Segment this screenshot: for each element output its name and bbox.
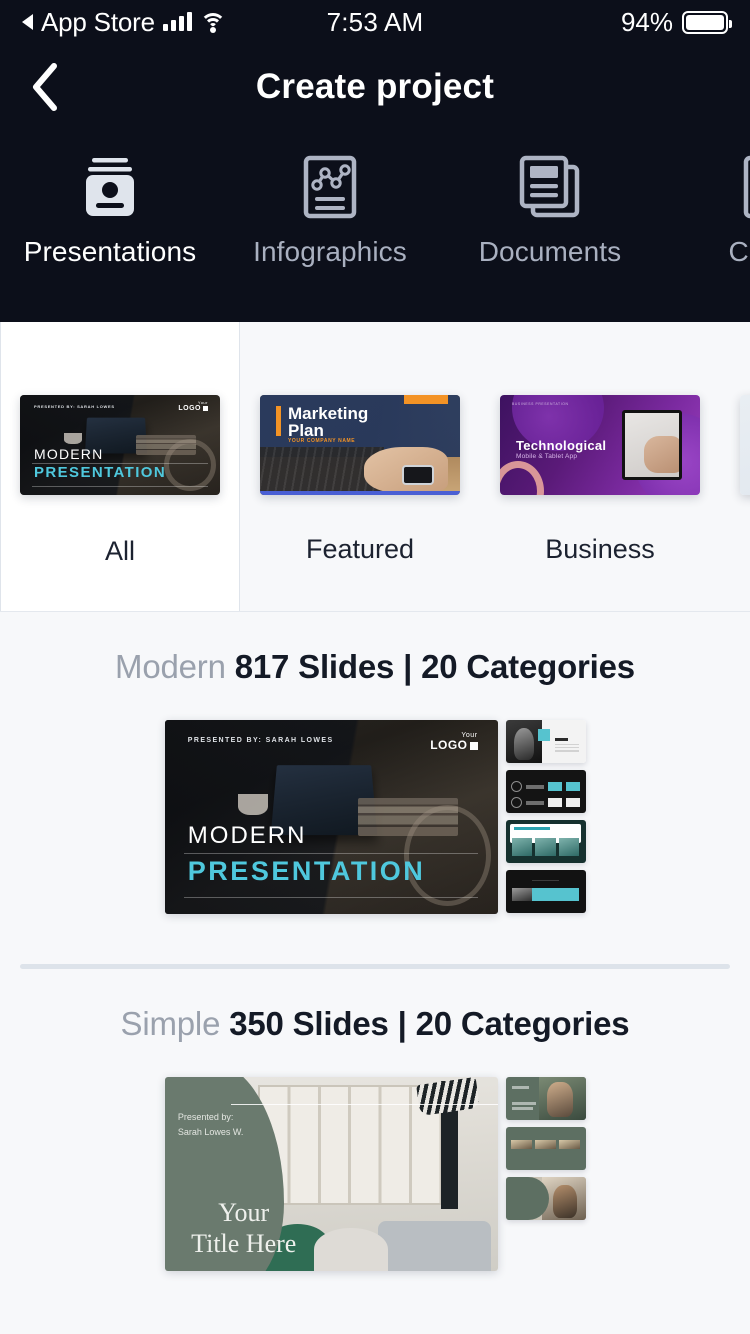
preview-presented-by: PRESENTED BY: SARAH LOWES bbox=[187, 737, 334, 745]
preview-mini-column-simple bbox=[505, 1077, 586, 1271]
filter-card-business[interactable]: BUSINESS PRESENTATION Technological Mobi… bbox=[480, 322, 720, 611]
section-modern: Modern 817 Slides | 20 Categories PRESEN… bbox=[0, 612, 750, 914]
tab-presentations[interactable]: Presentations bbox=[0, 152, 220, 268]
preview-logo-line2: LOGO bbox=[430, 737, 468, 752]
preview-modern[interactable]: PRESENTED BY: SARAH LOWES Your LOGO MODE… bbox=[0, 720, 750, 914]
thumb-title-line1: Marketing bbox=[288, 403, 369, 423]
back-button[interactable] bbox=[0, 44, 90, 130]
section-name-simple: Simple bbox=[120, 1005, 221, 1042]
preview-title: MODERN bbox=[187, 821, 307, 849]
preview-simple[interactable]: Presented by: Sarah Lowes W. Your Title … bbox=[0, 1077, 750, 1271]
logo-square-icon bbox=[203, 405, 208, 411]
filter-label-business: Business bbox=[545, 534, 655, 564]
filter-label-all: All bbox=[104, 536, 135, 566]
mini-slide-meet-the-team[interactable] bbox=[505, 820, 586, 863]
carrier-back-label: App Store bbox=[41, 6, 155, 37]
preview-subtitle: PRESENTATION bbox=[187, 855, 426, 886]
app-screen: App Store 7:53 AM 94% Create project Pre… bbox=[0, 0, 750, 1334]
thumb-title: Technological bbox=[516, 437, 607, 453]
battery-icon bbox=[682, 10, 732, 34]
tab-documents[interactable]: Documents bbox=[440, 152, 660, 268]
tab-label-documents: Documents bbox=[478, 236, 622, 267]
preview-presented-by-line1: Presented by: bbox=[177, 1111, 234, 1122]
preview-presented-by-line2: Sarah Lowes W. bbox=[177, 1127, 244, 1138]
section-name-modern: Modern bbox=[115, 648, 226, 685]
battery-percent-label: 94% bbox=[620, 6, 673, 37]
infographic-chart-icon bbox=[303, 152, 357, 222]
thumb-title: MODERN bbox=[34, 445, 104, 462]
mini-slide-welcome[interactable] bbox=[505, 720, 586, 763]
tab-infographics[interactable]: Infographics bbox=[220, 152, 440, 268]
section-stats-modern: 817 Slides | 20 Categories bbox=[234, 648, 635, 685]
filter-thumbnail-featured: Marketing Plan YOUR COMPANY NAME bbox=[260, 394, 460, 495]
stacked-documents-icon bbox=[519, 152, 581, 222]
tab-charts[interactable]: Charts bbox=[660, 152, 750, 268]
filter-label-featured: Featured bbox=[305, 534, 415, 564]
page-title: Create project bbox=[255, 67, 495, 106]
filter-thumbnail-partial bbox=[740, 394, 750, 495]
filter-carousel[interactable]: PRESENTED BY: SARAH LOWES Your LOGO MODE… bbox=[0, 322, 750, 612]
chevron-left-icon bbox=[33, 63, 57, 111]
filter-card-next-partial[interactable] bbox=[720, 322, 750, 611]
thumb-eyebrow: BUSINESS PRESENTATION bbox=[512, 401, 569, 406]
preview-main-slide-simple[interactable]: Presented by: Sarah Lowes W. Your Title … bbox=[164, 1077, 498, 1271]
preview-main-slide-modern[interactable]: PRESENTED BY: SARAH LOWES Your LOGO MODE… bbox=[164, 720, 498, 914]
section-heading-modern: Modern 817 Slides | 20 Categories bbox=[0, 648, 750, 686]
navigation-bar: Create project bbox=[0, 44, 750, 130]
thumb-subtitle: YOUR COMPANY NAME bbox=[288, 437, 356, 444]
filter-thumbnail-all: PRESENTED BY: SARAH LOWES Your LOGO MODE… bbox=[20, 394, 220, 495]
filter-thumbnail-business: BUSINESS PRESENTATION Technological Mobi… bbox=[500, 394, 700, 495]
preview-title-line2: Title Here bbox=[191, 1228, 297, 1258]
status-bar-back-to-app[interactable]: App Store bbox=[22, 7, 226, 38]
section-simple: Simple 350 Slides | 20 Categories Presen… bbox=[0, 969, 750, 1271]
section-heading-simple: Simple 350 Slides | 20 Categories bbox=[0, 1005, 750, 1043]
tab-label-charts: Charts bbox=[728, 236, 750, 267]
charts-icon bbox=[743, 152, 750, 222]
mini-slide-sage-portrait[interactable] bbox=[505, 1077, 586, 1120]
preview-title-line1: Your bbox=[218, 1198, 270, 1228]
cellular-signal-icon bbox=[162, 12, 192, 31]
back-triangle-icon bbox=[22, 14, 33, 30]
status-bar: App Store 7:53 AM 94% bbox=[0, 0, 750, 44]
thumb-logo-line2: LOGO bbox=[178, 404, 201, 412]
status-bar-right: 94% bbox=[620, 6, 732, 38]
mini-slide-dark-list[interactable] bbox=[505, 770, 586, 813]
preview-mini-column-modern bbox=[505, 720, 586, 914]
thumb-subtitle: Mobile & Tablet App bbox=[516, 452, 578, 460]
wifi-icon bbox=[199, 12, 226, 33]
filter-card-all[interactable]: PRESENTED BY: SARAH LOWES Your LOGO MODE… bbox=[0, 322, 240, 611]
thumb-subtitle: PRESENTATION bbox=[34, 463, 167, 481]
category-tab-bar[interactable]: Presentations Infographics Documents C bbox=[0, 130, 750, 322]
mini-slide-sage-split[interactable] bbox=[505, 1177, 586, 1220]
tab-label-presentations: Presentations bbox=[23, 236, 197, 267]
thumb-presented-by: PRESENTED BY: SARAH LOWES bbox=[34, 403, 115, 409]
tab-label-infographics: Infographics bbox=[253, 236, 407, 267]
mini-slide-quote[interactable] bbox=[505, 870, 586, 913]
presentation-board-icon bbox=[78, 152, 142, 222]
filter-card-featured[interactable]: Marketing Plan YOUR COMPANY NAME Feature… bbox=[240, 322, 480, 611]
mini-slide-sage-gallery[interactable] bbox=[505, 1127, 586, 1170]
section-stats-simple: 350 Slides | 20 Categories bbox=[229, 1005, 630, 1042]
logo-square-icon bbox=[469, 741, 478, 750]
